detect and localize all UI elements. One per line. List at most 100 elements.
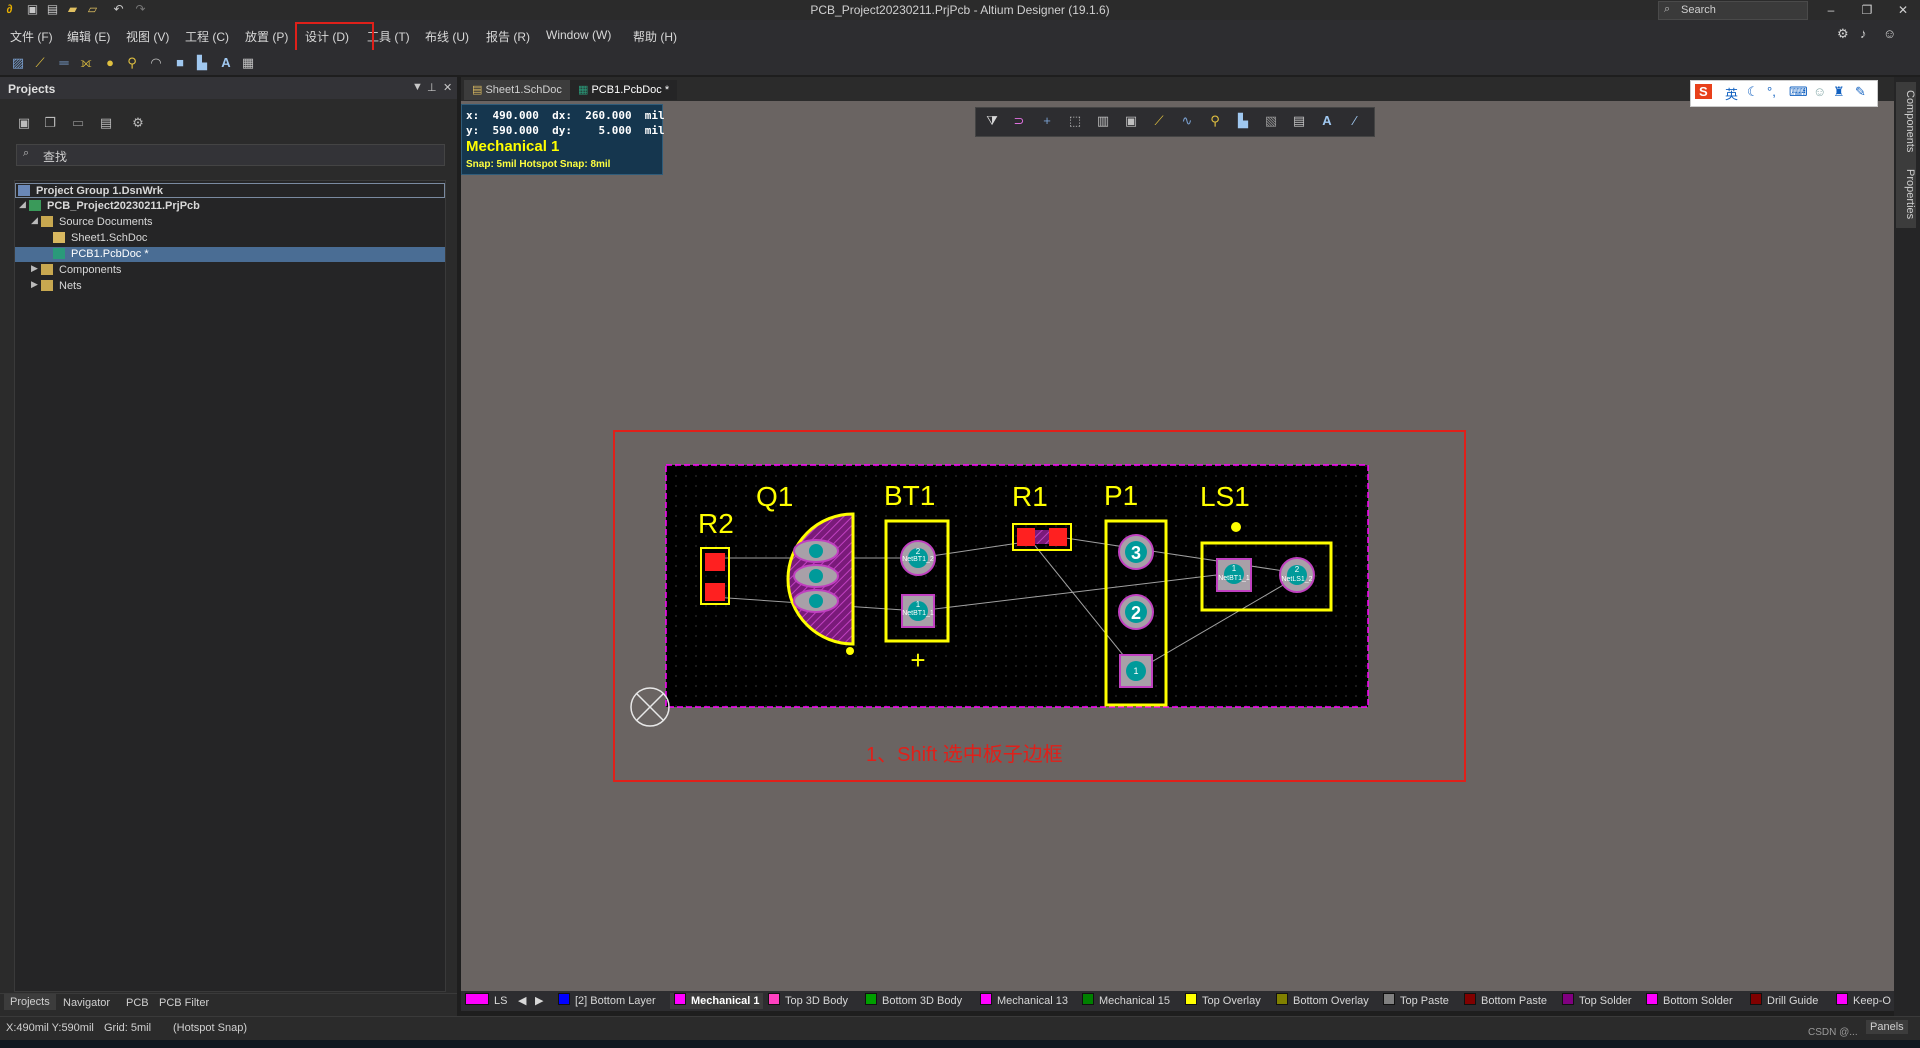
menu-reports[interactable]: 报告 (R) <box>486 28 530 45</box>
diff-pair-icon[interactable]: ═ <box>56 55 72 71</box>
settings-icon[interactable]: ⚙ <box>1837 26 1849 42</box>
layer-tab-bottom-overlay[interactable]: Bottom Overlay <box>1276 993 1369 1009</box>
close-project-icon[interactable]: ▭ <box>70 115 86 131</box>
string-icon[interactable]: A <box>218 55 234 71</box>
tab-pcb-filter[interactable]: PCB Filter <box>159 997 209 1009</box>
menu-edit[interactable]: 编辑 (E) <box>67 28 110 45</box>
line-icon[interactable]: ⁄ <box>1346 113 1364 129</box>
tab-sheet1-schdoc[interactable]: ▤ Sheet1.SchDoc <box>464 80 570 100</box>
diff-pair-route-icon[interactable]: ∿ <box>1178 113 1196 129</box>
dimension-icon[interactable]: ▤ <box>1290 113 1308 129</box>
route-track-icon[interactable]: ⟋ <box>32 55 48 71</box>
route-icon[interactable]: ⟋ <box>1150 113 1168 129</box>
layer-tab-top-solder[interactable]: Top Solder <box>1562 993 1632 1009</box>
project-options-icon[interactable]: ▤ <box>98 115 114 131</box>
fill-icon[interactable]: ■ <box>172 55 188 71</box>
tree-item-pcb-project[interactable]: ◢ PCB_Project20230211.PrjPcb <box>15 199 445 214</box>
tree-item-project-group[interactable]: Project Group 1.DsnWrk <box>15 183 445 198</box>
undo-icon[interactable]: ↶ <box>112 3 125 16</box>
align-icon[interactable]: ▥ <box>1094 113 1112 129</box>
hatch-fill-icon[interactable]: ▨ <box>10 55 26 71</box>
save-all-icon[interactable]: ▤ <box>46 3 59 16</box>
tree-item-pcb1[interactable]: PCB1.PcbDoc * <box>15 247 445 262</box>
component-icon[interactable]: ▦ <box>240 55 256 71</box>
menu-route[interactable]: 布线 (U) <box>425 28 469 45</box>
arc-icon[interactable]: ◠ <box>148 55 164 71</box>
save-icon[interactable]: ▣ <box>26 3 39 16</box>
multi-route-icon[interactable]: ⟗ <box>78 55 94 71</box>
pad-icon[interactable]: ⚲ <box>124 55 140 71</box>
keepout-icon[interactable]: ▧ <box>1262 113 1280 129</box>
filter-icon[interactable]: ⧩ <box>983 113 1001 129</box>
user-account-icon[interactable]: ☺ <box>1883 26 1896 41</box>
menu-file[interactable]: 文件 (F) <box>10 28 53 45</box>
polygon-icon[interactable]: ▙ <box>1234 113 1252 129</box>
close-button[interactable]: ✕ <box>1888 2 1918 18</box>
layer-tab-bottom-solder[interactable]: Bottom Solder <box>1646 993 1733 1009</box>
menu-window[interactable]: Window (W) <box>546 28 611 42</box>
polygon-pour-icon[interactable]: ▙ <box>194 55 210 71</box>
layer-tab-bottom-3d-body[interactable]: Bottom 3D Body <box>865 993 962 1009</box>
collapse-arrow-icon[interactable]: ◢ <box>19 199 26 210</box>
keyboard-icon[interactable]: ⌨ <box>1789 84 1808 100</box>
redo-icon[interactable]: ↷ <box>134 3 147 16</box>
layer-tab-mechanical-13[interactable]: Mechanical 13 <box>980 993 1068 1009</box>
panels-button[interactable]: Panels <box>1866 1020 1908 1034</box>
restore-button[interactable]: ❐ <box>1852 2 1882 18</box>
layer-tab-mechanical-1[interactable]: Mechanical 1 <box>670 993 764 1009</box>
global-search-input[interactable]: ⌕ Search <box>1658 1 1808 20</box>
notification-bell-icon[interactable]: ♪ <box>1860 26 1867 41</box>
place-pad-icon[interactable]: ⚲ <box>1206 113 1224 129</box>
save-project-icon[interactable]: ▣ <box>16 115 32 131</box>
layer-tab-keep-out[interactable]: Keep-O <box>1836 993 1891 1009</box>
tree-item-nets[interactable]: ▶ Nets <box>15 279 445 294</box>
tab-pcb1-pcbdoc[interactable]: ▦ PCB1.PcbDoc * <box>570 80 678 100</box>
panel-menu-chevron-icon[interactable]: ▼ <box>412 81 423 93</box>
layer-scroll-right-button[interactable]: ▶ <box>535 993 543 1009</box>
place-component-icon[interactable]: ▣ <box>1122 113 1140 129</box>
tree-item-sheet1[interactable]: Sheet1.SchDoc <box>15 231 445 246</box>
layer-tab-bottom-paste[interactable]: Bottom Paste <box>1464 993 1547 1009</box>
ime-language[interactable]: 英 <box>1725 84 1738 103</box>
skin-shirt-icon[interactable]: ♜ <box>1833 84 1845 100</box>
layer-tab-bottom-layer[interactable]: [2] Bottom Layer <box>558 993 656 1009</box>
panel-close-icon[interactable]: ✕ <box>443 81 452 94</box>
tree-item-components[interactable]: ▶ Components <box>15 263 445 278</box>
wrench-icon[interactable]: ✎ <box>1855 84 1866 100</box>
menu-view[interactable]: 视图 (V) <box>126 28 169 45</box>
punctuation-icon[interactable]: °, <box>1767 84 1776 99</box>
side-tab-properties[interactable]: Properties <box>1896 160 1916 228</box>
open-folder-icon[interactable]: ▰ <box>66 3 79 16</box>
menu-project[interactable]: 工程 (C) <box>185 28 229 45</box>
tab-projects[interactable]: Projects <box>4 994 56 1010</box>
menu-place[interactable]: 放置 (P) <box>245 28 288 45</box>
expand-arrow-icon[interactable]: ▶ <box>31 263 38 274</box>
moon-icon[interactable]: ☾ <box>1747 84 1759 100</box>
ime-toolbar[interactable]: S 英 ☾ °, ⌨ ☺ ♜ ✎ <box>1690 80 1878 107</box>
minimize-button[interactable]: – <box>1816 2 1846 18</box>
tab-pcb[interactable]: PCB <box>126 997 149 1009</box>
layer-tab-mechanical-15[interactable]: Mechanical 15 <box>1082 993 1170 1009</box>
layer-tab-top-3d-body[interactable]: Top 3D Body <box>768 993 848 1009</box>
layer-set-selector[interactable]: LS <box>465 993 507 1009</box>
layer-scroll-left-button[interactable]: ◀ <box>518 993 526 1009</box>
side-tab-components[interactable]: Components <box>1896 82 1916 160</box>
crosshair-move-icon[interactable]: + <box>1038 113 1056 129</box>
text-string-icon[interactable]: A <box>1318 113 1336 129</box>
menu-help[interactable]: 帮助 (H) <box>633 28 677 45</box>
via-icon[interactable]: ● <box>102 55 118 71</box>
tab-navigator[interactable]: Navigator <box>63 997 110 1009</box>
interactive-route-magnet-icon[interactable]: ⊃ <box>1010 113 1028 129</box>
project-search-input[interactable]: ⌕ 查找 <box>16 144 445 166</box>
tree-item-source-documents[interactable]: ◢ Source Documents <box>15 215 445 230</box>
user-icon[interactable]: ☺ <box>1813 84 1826 99</box>
panel-settings-icon[interactable]: ⚙ <box>130 115 146 131</box>
layer-tab-top-overlay[interactable]: Top Overlay <box>1185 993 1261 1009</box>
layer-tab-drill-guide[interactable]: Drill Guide <box>1750 993 1818 1009</box>
panel-pin-icon[interactable]: ⊥ <box>427 81 437 94</box>
copy-project-icon[interactable]: ❐ <box>42 115 58 131</box>
open-project-icon[interactable]: ▱ <box>86 3 99 16</box>
collapse-arrow-icon[interactable]: ◢ <box>31 215 38 226</box>
layer-tab-top-paste[interactable]: Top Paste <box>1383 993 1449 1009</box>
expand-arrow-icon[interactable]: ▶ <box>31 279 38 290</box>
